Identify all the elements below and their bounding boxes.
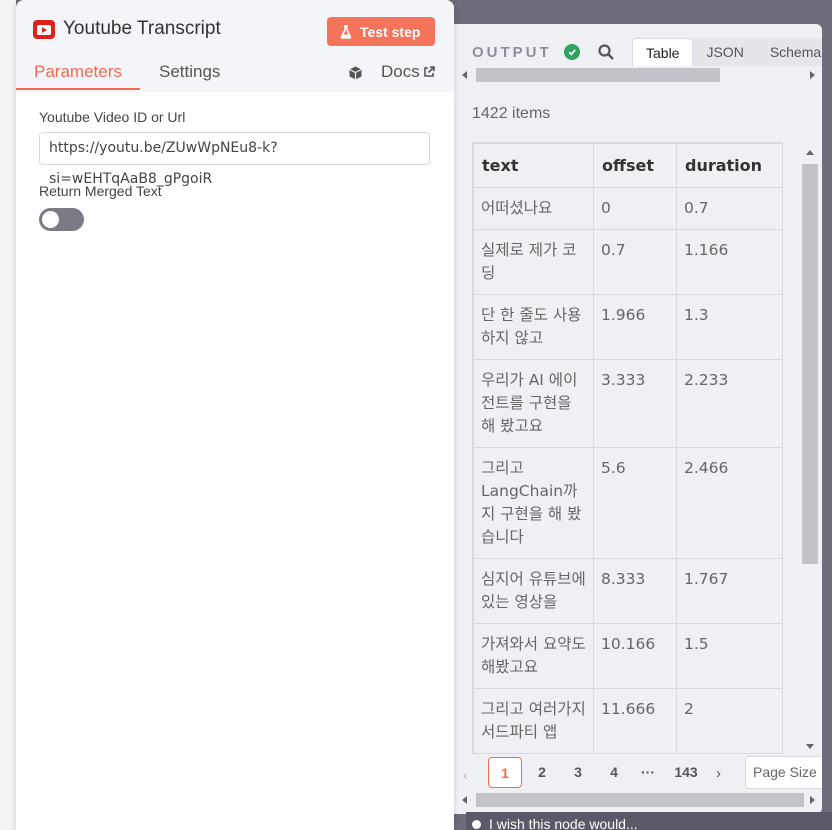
video-id-label: Youtube Video ID or Url — [39, 109, 186, 125]
table-horizontal-scrollbar[interactable] — [454, 792, 822, 808]
video-url-input[interactable]: https://youtu.be/ZUwWpNEu8-k?si=wEHTqAaB… — [39, 132, 430, 187]
cell-text: 어떠셨나요 — [473, 187, 594, 230]
table-row: 그리고 여러가지 서드파티 앱 11.666 2 — [473, 688, 782, 754]
cell-offset: 0.7 — [593, 229, 677, 295]
scroll-left-arrow-icon[interactable] — [462, 71, 467, 79]
page-size-select[interactable]: Page Size — [745, 756, 822, 789]
tab-schema[interactable]: Schema — [757, 38, 822, 66]
page-button-2[interactable]: 2 — [528, 757, 556, 788]
scroll-left-arrow-icon[interactable] — [462, 796, 467, 804]
canvas-left-strip — [0, 0, 16, 830]
node-title[interactable]: Youtube Transcript — [63, 18, 221, 40]
tab-settings[interactable]: Settings — [159, 62, 220, 82]
column-header-duration[interactable]: duration — [676, 143, 782, 188]
output-table-container: text offset duration 어떠셨나요 0 0.7 실제로 제가 … — [472, 142, 783, 754]
lightbulb-icon — [472, 820, 481, 829]
cell-offset: 10.166 — [593, 623, 677, 689]
tab-table[interactable]: Table — [632, 38, 694, 66]
scrollbar-thumb[interactable] — [802, 164, 818, 564]
output-title: OUTPUT — [472, 44, 552, 61]
cell-offset: 8.333 — [593, 558, 677, 624]
cell-duration: 1.767 — [676, 558, 782, 624]
items-count: 1422 items — [472, 105, 551, 122]
docs-link[interactable]: Docs — [381, 62, 420, 82]
cell-text: 그리고 여러가지 서드파티 앱 — [473, 688, 594, 754]
prev-page-chevron-icon[interactable]: ‹ — [463, 767, 468, 784]
youtube-icon — [33, 20, 55, 39]
table-row: 실제로 제가 코딩 0.7 1.166 — [473, 229, 782, 295]
page-button-4[interactable]: 4 — [600, 757, 628, 788]
cell-duration: 2 — [676, 688, 782, 754]
test-step-label: Test step — [360, 23, 421, 40]
cell-text: 우리가 AI 에이전트를 구현을 해 봤고요 — [473, 359, 594, 448]
node-parameters-panel: Youtube Transcript Test step Parameters … — [16, 0, 454, 830]
output-view-tabs: Table JSON Schema — [632, 38, 822, 66]
cell-offset: 11.666 — [593, 688, 677, 754]
success-check-icon — [564, 44, 580, 60]
page-ellipsis[interactable]: ··· — [634, 757, 662, 788]
page-button-143[interactable]: 143 — [668, 757, 704, 788]
page-button-1[interactable]: 1 — [488, 757, 522, 788]
scroll-down-arrow-icon[interactable] — [806, 744, 814, 749]
cell-text: 가져와서 요약도 해봤고요 — [473, 623, 594, 689]
cell-text: 심지어 유튜브에 있는 영상을 — [473, 558, 594, 624]
table-row: 가져와서 요약도 해봤고요 10.166 1.5 — [473, 623, 782, 689]
search-icon[interactable] — [597, 43, 615, 61]
output-header: OUTPUT Table JSON Schema — [454, 24, 822, 68]
scroll-up-arrow-icon[interactable] — [806, 150, 814, 155]
table-row: 우리가 AI 에이전트를 구현을 해 봤고요 3.333 2.233 — [473, 359, 782, 448]
merged-text-label: Return Merged Text — [39, 183, 162, 199]
external-link-icon[interactable] — [423, 66, 435, 78]
page-button-3[interactable]: 3 — [564, 757, 592, 788]
cell-text: 실제로 제가 코딩 — [473, 229, 594, 295]
active-tab-underline — [16, 88, 140, 90]
scrollbar-thumb[interactable] — [476, 68, 720, 82]
cell-offset: 1.966 — [593, 294, 677, 360]
cell-duration: 2.466 — [676, 447, 782, 559]
cell-text: 그리고 LangChain까지 구현을 해 봤습니다 — [473, 447, 594, 559]
output-panel: OUTPUT Table JSON Schema 1422 items text… — [454, 24, 822, 814]
cell-duration: 0.7 — [676, 187, 782, 230]
scrollbar-thumb[interactable] — [476, 793, 804, 807]
tabs-horizontal-scrollbar[interactable] — [454, 68, 822, 82]
flask-icon — [340, 24, 352, 39]
hint-text: I wish this node would... — [489, 816, 638, 830]
table-vertical-scrollbar[interactable] — [800, 146, 820, 756]
table-header-row: text offset duration — [473, 143, 782, 188]
pagination: ‹ 1 2 3 4 ··· 143 › Page Size — [454, 755, 822, 791]
test-step-button[interactable]: Test step — [327, 17, 435, 46]
node-header: Youtube Transcript Test step Parameters … — [16, 0, 454, 92]
column-header-text[interactable]: text — [473, 143, 594, 188]
cell-offset: 3.333 — [593, 359, 677, 448]
toggle-knob — [42, 211, 59, 228]
cell-offset: 0 — [593, 187, 677, 230]
cell-text: 단 한 줄도 사용하지 않고 — [473, 294, 594, 360]
table-row: 어떠셨나요 0 0.7 — [473, 187, 782, 230]
feedback-hint-bar[interactable]: I wish this node would... — [466, 812, 832, 830]
scroll-right-arrow-icon[interactable] — [810, 796, 815, 804]
scroll-right-arrow-icon[interactable] — [810, 71, 815, 79]
output-table: text offset duration 어떠셨나요 0 0.7 실제로 제가 … — [473, 143, 782, 754]
cell-offset: 5.6 — [593, 447, 677, 559]
tab-json[interactable]: JSON — [693, 38, 756, 66]
tab-parameters[interactable]: Parameters — [34, 62, 122, 82]
table-row: 단 한 줄도 사용하지 않고 1.966 1.3 — [473, 294, 782, 360]
next-page-chevron-icon[interactable]: › — [716, 765, 721, 782]
cell-duration: 1.3 — [676, 294, 782, 360]
merged-text-toggle[interactable] — [39, 208, 84, 231]
table-row: 그리고 LangChain까지 구현을 해 봤습니다 5.6 2.466 — [473, 447, 782, 559]
cell-duration: 1.5 — [676, 623, 782, 689]
cell-duration: 2.233 — [676, 359, 782, 448]
cell-duration: 1.166 — [676, 229, 782, 295]
table-row: 심지어 유튜브에 있는 영상을 8.333 1.767 — [473, 558, 782, 624]
column-header-offset[interactable]: offset — [593, 143, 677, 188]
node-tabs: Parameters Settings Docs — [16, 54, 454, 92]
cube-icon[interactable] — [349, 66, 362, 80]
